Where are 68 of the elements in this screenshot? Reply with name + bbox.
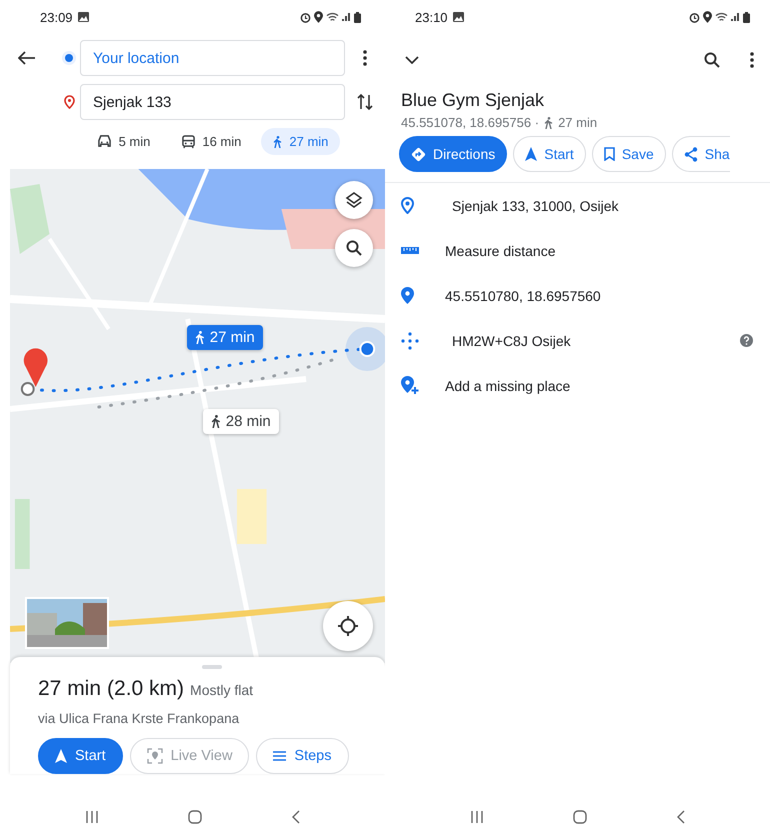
recent-apps-icon[interactable] xyxy=(84,811,99,823)
drag-handle[interactable] xyxy=(202,665,222,669)
origin-field[interactable]: Your location xyxy=(80,40,345,76)
share-icon xyxy=(684,146,698,162)
detail-text[interactable]: 45.5510780, 18.6957560 xyxy=(445,288,740,304)
image-icon xyxy=(78,12,89,22)
route-duration: 27 min xyxy=(38,677,102,701)
location-pin-icon xyxy=(401,197,414,214)
help-icon[interactable] xyxy=(740,334,753,347)
navigation-arrow-icon xyxy=(525,147,538,161)
walking-icon xyxy=(544,116,554,128)
walking-icon xyxy=(273,136,282,148)
swap-icon[interactable] xyxy=(357,93,373,111)
car-icon xyxy=(96,135,112,148)
terrain-note: Mostly flat xyxy=(190,682,254,698)
share-button[interactable]: Sha xyxy=(672,136,730,172)
alarm-icon xyxy=(689,12,700,22)
more-icon[interactable] xyxy=(750,52,754,68)
destination-field[interactable]: Sjenjak 133 xyxy=(80,84,345,120)
route-via: via Ulica Frana Krste Frankopana xyxy=(38,711,240,726)
battery-icon xyxy=(354,12,361,22)
location-icon xyxy=(314,11,323,23)
directions-button[interactable]: Directions xyxy=(399,136,508,172)
bookmark-icon xyxy=(604,147,615,161)
image-icon xyxy=(452,12,464,22)
signal-icon xyxy=(342,12,351,22)
signal-icon xyxy=(731,12,740,22)
chevron-down-icon[interactable] xyxy=(405,56,419,64)
more-icon[interactable] xyxy=(363,50,367,66)
ruler-icon xyxy=(401,247,419,254)
detail-text[interactable]: Sjenjak 133, 31000, Osijek xyxy=(445,198,740,214)
detail-text[interactable]: HM2W+C8J Osijek xyxy=(445,332,740,348)
back-icon[interactable] xyxy=(292,810,300,824)
location-pin-icon xyxy=(401,287,414,304)
status-time: 23:09 xyxy=(40,10,73,24)
home-icon[interactable] xyxy=(573,810,588,824)
battery-icon xyxy=(743,12,750,22)
travel-mode-tab[interactable]: 16 min xyxy=(170,128,254,155)
search-icon[interactable] xyxy=(704,52,720,68)
destination-pin-icon xyxy=(64,95,74,109)
route-distance: (2.0 km) xyxy=(107,677,184,701)
wifi-icon xyxy=(715,12,728,22)
start-button[interactable]: Start xyxy=(38,738,123,774)
live-view-icon xyxy=(146,748,163,764)
origin-dot-icon xyxy=(62,51,76,65)
start-button[interactable]: Start xyxy=(513,136,586,172)
alarm-icon xyxy=(300,12,311,22)
travel-mode-tab[interactable]: 27 min xyxy=(261,128,340,155)
status-time: 23:10 xyxy=(415,10,448,24)
back-arrow-icon[interactable] xyxy=(18,51,36,65)
place-coordinates: 45.551078, 18.695756 · xyxy=(401,115,540,130)
wifi-icon xyxy=(326,12,339,22)
detail-text[interactable]: Add a missing place xyxy=(445,378,740,394)
walking-time: 27 min xyxy=(558,115,598,130)
steps-button[interactable]: Steps xyxy=(256,738,349,774)
home-icon[interactable] xyxy=(188,810,202,824)
train-icon xyxy=(182,134,196,148)
plus-code-icon xyxy=(401,332,419,350)
save-button[interactable]: Save xyxy=(592,136,666,172)
list-icon xyxy=(273,751,286,761)
navigation-arrow-icon xyxy=(55,749,67,763)
add-place-icon xyxy=(401,376,419,395)
detail-text[interactable]: Measure distance xyxy=(445,242,740,258)
place-name: Blue Gym Sjenjak xyxy=(400,89,546,111)
recent-apps-icon[interactable] xyxy=(470,811,484,823)
travel-mode-tab[interactable]: 5 min xyxy=(84,128,162,155)
back-icon[interactable] xyxy=(677,810,686,824)
location-icon xyxy=(703,11,712,23)
